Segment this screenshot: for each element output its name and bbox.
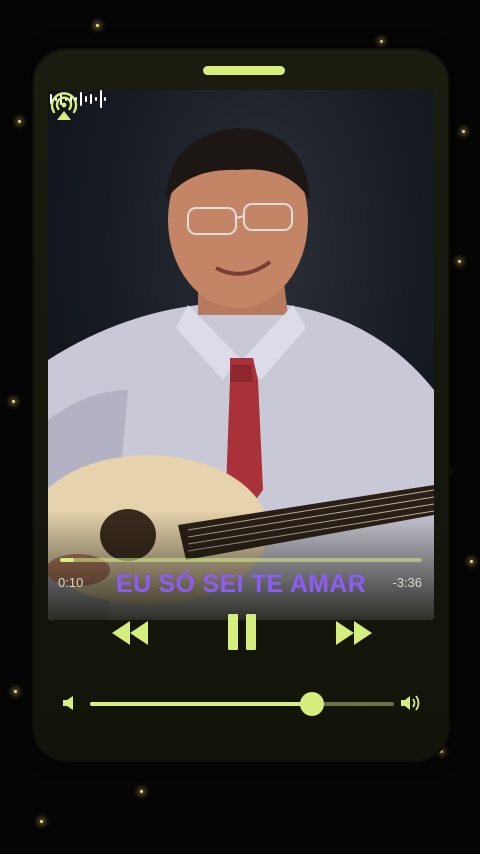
playback-progress-bar[interactable] <box>60 558 422 562</box>
speaker-high-icon[interactable] <box>400 693 424 713</box>
pause-icon[interactable] <box>226 612 258 652</box>
fast-forward-icon[interactable] <box>334 618 374 648</box>
phone-notch <box>203 66 285 75</box>
music-player-card: 0:10 -3:36 EU SÓ SEI TE AMAR <box>34 50 448 760</box>
album-artwork <box>48 90 434 620</box>
song-title: EU SÓ SEI TE AMAR <box>115 570 367 598</box>
rewind-icon[interactable] <box>110 618 150 648</box>
airplay-icon[interactable] <box>48 90 80 122</box>
volume-slider-fill <box>90 702 312 706</box>
volume-slider-thumb[interactable] <box>299 692 324 716</box>
volume-slider[interactable] <box>90 692 394 716</box>
speaker-low-icon[interactable] <box>62 695 76 711</box>
playback-progress-fill <box>60 558 75 562</box>
